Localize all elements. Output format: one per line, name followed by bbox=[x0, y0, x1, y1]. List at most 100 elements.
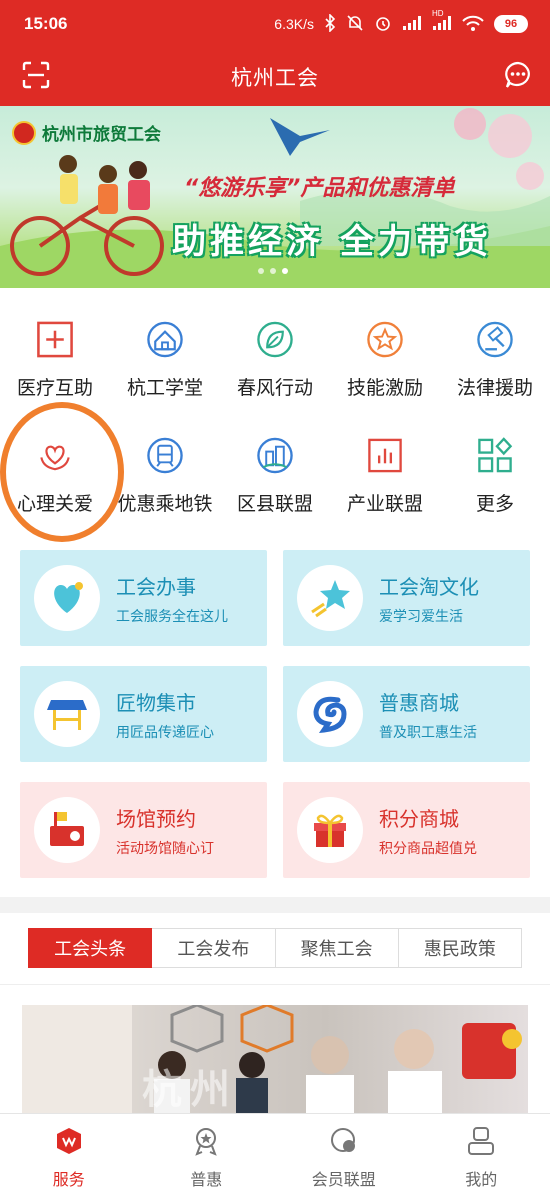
news-watermark: 杭州 bbox=[142, 1067, 238, 1113]
mall-logo-icon bbox=[313, 696, 347, 734]
status-indicators: 6.3K/s HD 96 bbox=[274, 9, 528, 35]
grid-item-more[interactable]: 更多 bbox=[440, 416, 550, 516]
alarm-icon bbox=[374, 14, 392, 35]
card-venue-booking[interactable]: 场馆预约 活动场馆随心订 bbox=[20, 782, 267, 878]
tab-union-headlines[interactable]: 工会头条 bbox=[28, 928, 153, 968]
card-text: 普惠商城 普及职工惠生活 bbox=[379, 687, 477, 742]
market-stall-icon bbox=[47, 700, 87, 730]
card-desc: 活动场馆随心订 bbox=[116, 840, 214, 857]
status-time: 15:06 bbox=[24, 14, 68, 33]
app-header: 杭州工会 bbox=[0, 48, 550, 106]
school-house-icon bbox=[147, 321, 183, 358]
card-icon-container bbox=[297, 565, 363, 631]
profile-icon bbox=[468, 1127, 495, 1155]
grid-item-industry-alliance[interactable]: 产业联盟 bbox=[330, 416, 440, 516]
banner-org-name: 杭州市旅贸工会 bbox=[42, 125, 161, 145]
tabs-divider bbox=[0, 984, 550, 985]
banner-subtitle: “悠游乐享”产品和优惠清单 bbox=[184, 176, 455, 201]
medical-cross-icon bbox=[37, 321, 73, 358]
grid-item-label: 春风行动 bbox=[236, 377, 313, 399]
grid-item-legal-aid[interactable]: 法律援助 bbox=[440, 300, 550, 400]
card-title: 匠物集市 bbox=[116, 690, 196, 715]
card-title: 工会淘文化 bbox=[379, 574, 479, 599]
grid-item-label: 法律援助 bbox=[456, 377, 533, 399]
grid-item-metro[interactable]: 优惠乘地铁 bbox=[110, 416, 220, 516]
scan-icon bbox=[22, 61, 50, 93]
bluetooth-icon bbox=[324, 12, 336, 35]
venue-flag-icon bbox=[50, 812, 84, 846]
card-culture[interactable]: 工会淘文化 爱学习爱生活 bbox=[283, 550, 530, 646]
card-title: 积分商城 bbox=[379, 806, 459, 831]
nav-profile[interactable]: 我的 bbox=[413, 1114, 550, 1191]
shooting-star-icon bbox=[311, 580, 350, 618]
grid-item-spring-breeze[interactable]: 春风行动 bbox=[220, 300, 330, 400]
nav-label: 服务 bbox=[52, 1170, 85, 1189]
grid-item-label: 优惠乘地铁 bbox=[117, 493, 213, 515]
grid-item-label: 区县联盟 bbox=[236, 493, 313, 515]
banner-dot-active[interactable] bbox=[282, 268, 288, 274]
news-headline-image[interactable]: 杭州 bbox=[22, 1005, 528, 1117]
grid-item-label: 更多 bbox=[475, 493, 514, 515]
scan-button[interactable] bbox=[18, 59, 54, 95]
nav-label: 会员联盟 bbox=[311, 1170, 376, 1189]
card-icon-container bbox=[34, 797, 100, 863]
network-speed: 6.3K/s bbox=[274, 16, 314, 32]
grid-item-medical[interactable]: 医疗互助 bbox=[0, 300, 110, 400]
card-desc: 积分商品超值兑 bbox=[379, 840, 477, 857]
grid-item-label: 医疗互助 bbox=[16, 377, 93, 399]
news-tabs: 工会头条 工会发布 聚焦工会 惠民政策 bbox=[28, 928, 522, 968]
signal-icon bbox=[402, 15, 422, 34]
card-icon-container bbox=[297, 797, 363, 863]
grid-item-district-alliance[interactable]: 区县联盟 bbox=[220, 416, 330, 516]
tab-public-policy[interactable]: 惠民政策 bbox=[398, 928, 522, 968]
card-points-mall[interactable]: 积分商城 积分商品超值兑 bbox=[283, 782, 530, 878]
card-craft-market[interactable]: 匠物集市 用匠品传递匠心 bbox=[20, 666, 267, 762]
grid-item-school[interactable]: 杭工学堂 bbox=[110, 300, 220, 400]
page-title: 杭州工会 bbox=[231, 66, 319, 90]
card-icon-container bbox=[34, 565, 100, 631]
nav-member-alliance[interactable]: 会员联盟 bbox=[275, 1114, 413, 1191]
news-photo bbox=[22, 1005, 522, 1117]
wifi-icon bbox=[462, 15, 484, 34]
card-text: 场馆预约 活动场馆随心订 bbox=[116, 803, 214, 858]
banner-headline: 助推经济 全力带货 bbox=[172, 222, 492, 262]
feature-grid: 医疗互助 杭工学堂 春风行动 技能激励 法律援助 心理关爱 优惠乘地铁 区县联盟… bbox=[0, 300, 550, 516]
chat-bubble-icon bbox=[503, 60, 533, 94]
heart-hands-icon bbox=[40, 445, 70, 471]
banner-dot[interactable] bbox=[258, 268, 264, 274]
mute-icon bbox=[346, 14, 364, 35]
card-desc: 爱学习爱生活 bbox=[379, 608, 463, 625]
nav-label: 我的 bbox=[465, 1170, 498, 1189]
card-union-affairs[interactable]: 工会办事 工会服务全在这儿 bbox=[20, 550, 267, 646]
banner-dot[interactable] bbox=[270, 268, 276, 274]
tab-union-releases[interactable]: 工会发布 bbox=[152, 928, 276, 968]
union-logo-icon bbox=[12, 120, 36, 145]
card-desc: 用匠品传递匠心 bbox=[116, 724, 214, 741]
card-text: 匠物集市 用匠品传递匠心 bbox=[116, 687, 214, 742]
nav-benefit[interactable]: 普惠 bbox=[138, 1114, 276, 1191]
promo-banner[interactable]: 杭州市旅贸工会 “悠游乐享”产品和优惠清单 助推经济 全力带货 bbox=[0, 106, 550, 288]
card-title: 工会办事 bbox=[116, 574, 196, 599]
message-button[interactable] bbox=[500, 59, 536, 95]
tab-union-focus[interactable]: 聚焦工会 bbox=[275, 928, 399, 968]
card-benefit-mall[interactable]: 普惠商城 普及职工惠生活 bbox=[283, 666, 530, 762]
banner-pagination bbox=[258, 268, 288, 274]
member-alliance-icon bbox=[330, 1128, 355, 1152]
star-badge-icon bbox=[367, 321, 403, 358]
more-grid-icon bbox=[478, 437, 513, 473]
metro-train-icon bbox=[147, 437, 183, 474]
status-bar: 15:06 6.3K/s HD 96 bbox=[0, 0, 550, 48]
nav-service[interactable]: 服务 bbox=[0, 1114, 138, 1191]
grid-item-label: 产业联盟 bbox=[346, 493, 423, 515]
card-title: 普惠商城 bbox=[379, 690, 459, 715]
grid-item-mental-care[interactable]: 心理关爱 bbox=[0, 416, 110, 516]
grid-item-skills[interactable]: 技能激励 bbox=[330, 300, 440, 400]
gift-box-icon bbox=[314, 814, 346, 847]
bottom-nav: 服务 普惠 会员联盟 我的 bbox=[0, 1113, 550, 1191]
nav-label: 普惠 bbox=[190, 1170, 223, 1189]
gavel-icon bbox=[477, 321, 513, 358]
card-icon-container bbox=[34, 681, 100, 747]
section-divider bbox=[0, 897, 550, 913]
grid-item-label: 技能激励 bbox=[346, 377, 423, 399]
banner-org: 杭州市旅贸工会 bbox=[12, 120, 161, 145]
